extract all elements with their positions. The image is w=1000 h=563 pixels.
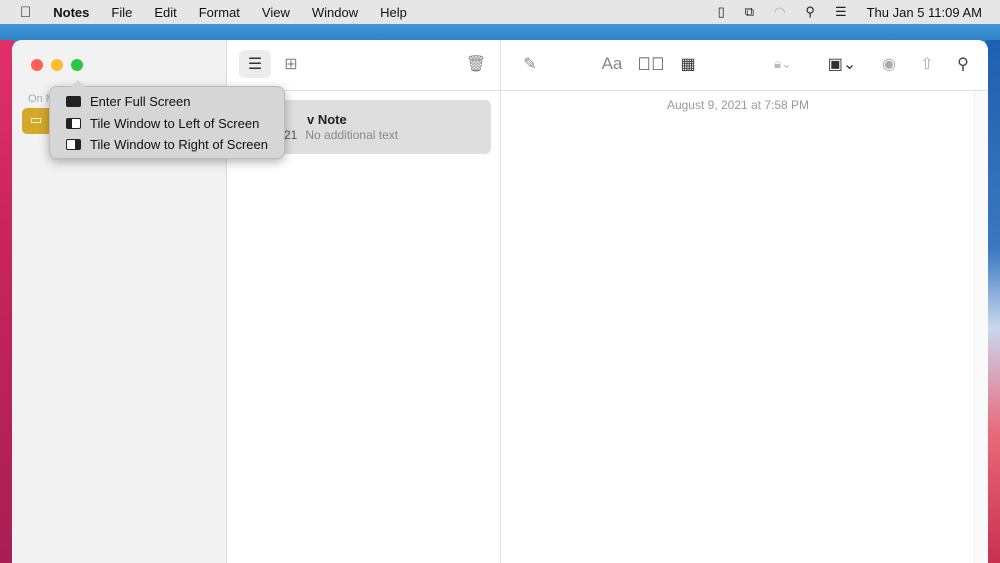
wallpaper-right: [986, 40, 1000, 563]
window-tile-menu: Enter Full Screen Tile Window to Left of…: [49, 80, 285, 159]
menu-bar:  Notes File Edit Format View Window Hel…: [0, 0, 1000, 24]
full-screen-icon: [66, 96, 81, 108]
gallery-view-icon[interactable]: ⊞: [277, 50, 305, 78]
menu-item-enter-full-screen[interactable]: Enter Full Screen: [50, 91, 284, 113]
scrollbar[interactable]: [974, 91, 988, 563]
trash-icon[interactable]: 🗑: [462, 50, 490, 78]
toolbar-divider: [227, 90, 988, 91]
wifi-icon[interactable]: ◠: [774, 4, 785, 20]
note-date: 21: [284, 128, 298, 142]
folder-icon: ▭: [30, 112, 43, 127]
menu-format[interactable]: Format: [199, 5, 240, 20]
menu-item-label: Tile Window to Right of Screen: [90, 137, 268, 153]
lock-icon[interactable]: 🔒︎⌄: [765, 50, 801, 78]
screen-mirroring-icon[interactable]: ⧉: [745, 4, 754, 20]
note-subtitle: 21 No additional text: [284, 128, 398, 142]
note-preview: No additional text: [305, 128, 399, 142]
table-icon[interactable]: ▦: [675, 50, 701, 78]
menu-view[interactable]: View: [262, 5, 290, 20]
list-view-icon[interactable]: ☰: [239, 50, 271, 78]
control-center-icon[interactable]: ☰: [835, 4, 847, 20]
format-icon[interactable]: Aa: [599, 50, 625, 78]
note-date-header: August 9, 2021 at 7:58 PM: [666, 98, 810, 112]
compose-icon[interactable]: ✎: [517, 50, 543, 78]
search-icon[interactable]: ⚲: [950, 50, 976, 78]
spotlight-search-icon[interactable]: ⚲: [805, 4, 815, 20]
collaborate-icon[interactable]: ◉: [876, 50, 902, 78]
battery-app-icon[interactable]: ▯: [718, 4, 725, 20]
note-title: v Note: [307, 112, 347, 127]
minimize-button[interactable]: [51, 59, 63, 71]
tile-right-icon: [66, 139, 81, 151]
menu-item-label: Tile Window to Left of Screen: [90, 115, 260, 131]
tile-left-icon: [66, 117, 81, 129]
menu-file[interactable]: File: [111, 5, 132, 20]
menu-item-tile-right[interactable]: Tile Window to Right of Screen: [50, 134, 284, 156]
menu-item-label: Enter Full Screen: [90, 94, 191, 110]
menu-edit[interactable]: Edit: [154, 5, 176, 20]
close-button[interactable]: [31, 59, 43, 71]
menu-item-tile-left[interactable]: Tile Window to Left of Screen: [50, 113, 284, 135]
zoom-button[interactable]: [71, 59, 83, 71]
apple-menu-icon[interactable]: : [20, 4, 31, 21]
menu-help[interactable]: Help: [380, 5, 407, 20]
clock[interactable]: Thu Jan 5 11:09 AM: [867, 5, 982, 20]
share-icon[interactable]: ⇧: [914, 50, 940, 78]
media-icon[interactable]: ▣⌄: [820, 50, 864, 78]
menu-window[interactable]: Window: [312, 5, 358, 20]
menu-app-notes[interactable]: Notes: [53, 5, 89, 20]
checklist-icon[interactable]: ✓⃝: [638, 50, 665, 78]
